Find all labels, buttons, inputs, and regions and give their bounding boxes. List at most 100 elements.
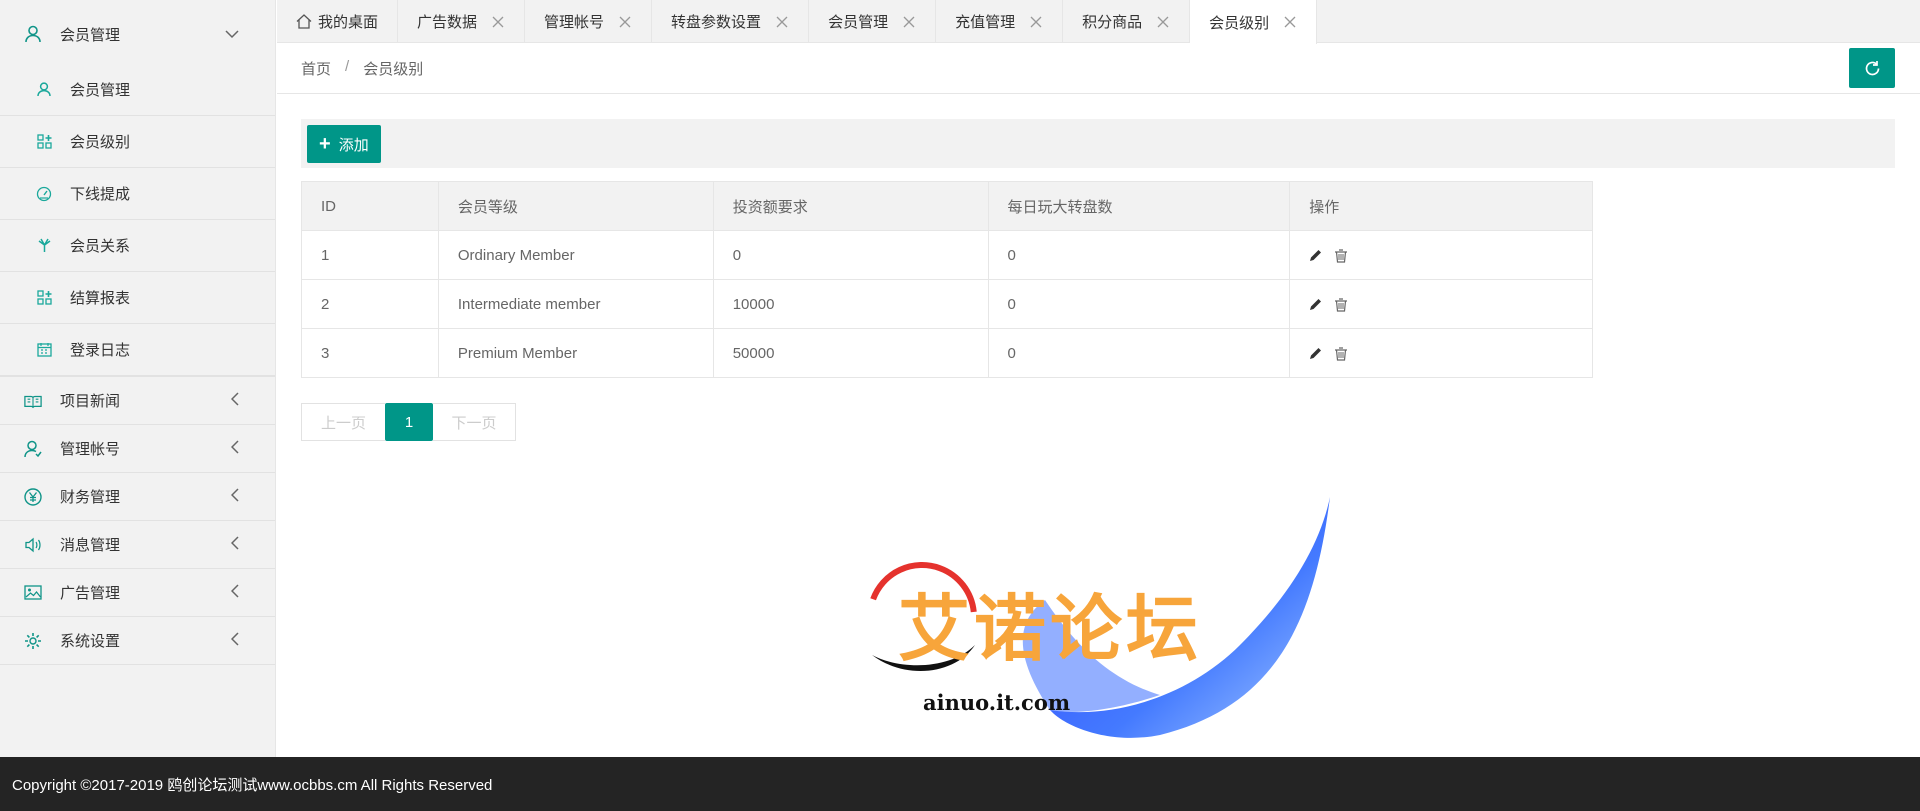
sidebar-item-label: 下线提成 — [70, 186, 131, 203]
cell-id: 3 — [301, 328, 439, 378]
trash-icon[interactable] — [1334, 297, 1348, 312]
copyright-text: Copyright ©2017-2019 鸥创论坛测试www.ocbbs.cm … — [12, 776, 493, 794]
tab-label: 会员级别 — [1209, 14, 1270, 32]
chevron-left-icon — [230, 392, 239, 409]
breadcrumb-bar: 首页 / 会员级别 — [277, 44, 1920, 94]
speaker-icon — [24, 536, 42, 554]
edit-icon[interactable] — [1309, 249, 1322, 262]
toolbar: + 添加 — [301, 119, 1895, 168]
sidebar-group-label: 系统设置 — [60, 633, 121, 650]
admin-user-icon — [24, 440, 42, 458]
cell-daily-spins: 0 — [987, 279, 1291, 329]
breadcrumb-home[interactable]: 首页 — [301, 58, 331, 79]
watermark-logo: 艾诺论坛 ainuo.it.com — [860, 495, 1340, 755]
page-number-current[interactable]: 1 — [385, 403, 433, 441]
prev-page-button[interactable]: 上一页 — [301, 403, 385, 441]
chevron-down-icon — [225, 26, 239, 42]
sidebar-item-label: 结算报表 — [70, 290, 131, 307]
tab-member-level[interactable]: 会员级别 — [1190, 0, 1318, 44]
cell-investment: 0 — [712, 230, 989, 280]
column-header-daily-spins: 每日玩大转盘数 — [987, 181, 1291, 231]
close-icon[interactable] — [775, 15, 789, 29]
close-icon[interactable] — [1156, 15, 1170, 29]
cell-actions — [1289, 279, 1593, 329]
cell-level: Ordinary Member — [437, 230, 714, 280]
tab-points-goods[interactable]: 积分商品 — [1063, 0, 1191, 43]
watermark-title: 艾诺论坛 — [898, 587, 1203, 671]
sidebar-group-label: 会员管理 — [60, 26, 121, 44]
cell-investment: 10000 — [712, 279, 989, 329]
tab-label: 充值管理 — [955, 14, 1016, 31]
sidebar-group-member[interactable]: 会员管理 — [0, 0, 275, 64]
close-icon[interactable] — [1029, 15, 1043, 29]
next-page-button[interactable]: 下一页 — [433, 403, 516, 441]
tab-bar: 我的桌面 广告数据 管理帐号 转盘参数设置 会员管理 充值管理 积分商品 会员级… — [277, 0, 1920, 44]
table-header-row: ID 会员等级 投资额要求 每日玩大转盘数 操作 — [301, 181, 1593, 231]
edit-icon[interactable] — [1309, 347, 1322, 360]
cell-actions — [1289, 328, 1593, 378]
tab-recharge[interactable]: 充值管理 — [936, 0, 1064, 43]
cell-level: Premium Member — [437, 328, 714, 378]
close-icon[interactable] — [1283, 15, 1297, 29]
network-icon — [36, 238, 52, 254]
home-icon — [296, 14, 312, 29]
book-icon — [24, 392, 42, 410]
edit-icon[interactable] — [1309, 298, 1322, 311]
refresh-button[interactable] — [1849, 48, 1895, 88]
trash-icon[interactable] — [1334, 346, 1348, 361]
trash-icon[interactable] — [1334, 248, 1348, 263]
cell-investment: 50000 — [712, 328, 989, 378]
chevron-left-icon — [230, 584, 239, 601]
breadcrumb: 首页 / 会员级别 — [301, 58, 423, 79]
tab-label: 管理帐号 — [544, 14, 605, 31]
tab-label: 我的桌面 — [318, 14, 379, 31]
sidebar-group-ads[interactable]: 广告管理 — [0, 569, 275, 617]
cell-daily-spins: 0 — [987, 230, 1291, 280]
breadcrumb-separator: / — [345, 58, 350, 75]
sidebar-item-member-relation[interactable]: 会员关系 — [0, 220, 275, 272]
sidebar-group-admin-accounts[interactable]: 管理帐号 — [0, 425, 275, 473]
sidebar-item-member-manage[interactable]: 会员管理 — [0, 64, 275, 116]
sidebar-item-settlement-report[interactable]: 结算报表 — [0, 272, 275, 324]
tab-member-manage[interactable]: 会员管理 — [809, 0, 937, 43]
sidebar-group-label: 财务管理 — [60, 489, 121, 506]
yen-icon — [24, 487, 42, 506]
column-header-investment: 投资额要求 — [712, 181, 989, 231]
sidebar-item-login-log[interactable]: 登录日志 — [0, 324, 275, 376]
cell-level: Intermediate member — [437, 279, 714, 329]
close-icon[interactable] — [491, 15, 505, 29]
tab-desktop[interactable]: 我的桌面 — [277, 0, 399, 43]
user-icon — [36, 82, 52, 98]
sidebar: 会员管理 会员管理 会员级别 下线提成 会员关系 结算报表 登录日志 项目新闻 … — [0, 0, 276, 757]
add-button[interactable]: + 添加 — [307, 125, 381, 163]
calendar-icon — [36, 342, 52, 358]
cell-daily-spins: 0 — [987, 328, 1291, 378]
sidebar-group-finance[interactable]: 财务管理 — [0, 473, 275, 521]
tab-ad-data[interactable]: 广告数据 — [398, 0, 526, 43]
column-header-actions: 操作 — [1289, 181, 1593, 231]
column-header-level: 会员等级 — [437, 181, 714, 231]
cell-actions — [1289, 230, 1593, 280]
tab-wheel-settings[interactable]: 转盘参数设置 — [652, 0, 810, 43]
sidebar-group-label: 消息管理 — [60, 537, 121, 554]
close-icon[interactable] — [902, 15, 916, 29]
add-button-label: 添加 — [338, 136, 369, 154]
tab-label: 转盘参数设置 — [671, 14, 762, 31]
sidebar-item-downline-commission[interactable]: 下线提成 — [0, 168, 275, 220]
sidebar-group-project-news[interactable]: 项目新闻 — [0, 377, 275, 425]
sidebar-group-system-settings[interactable]: 系统设置 — [0, 617, 275, 665]
table-row: 2 Intermediate member 10000 0 — [301, 279, 1593, 329]
gear-icon — [24, 632, 42, 650]
plus-icon: + — [319, 133, 331, 155]
sidebar-item-member-level[interactable]: 会员级别 — [0, 116, 275, 168]
tab-label: 会员管理 — [828, 14, 889, 31]
watermark-url: ainuo.it.com — [923, 690, 1071, 715]
sidebar-group-messages[interactable]: 消息管理 — [0, 521, 275, 569]
grid-plus-icon — [36, 290, 52, 306]
sidebar-item-label: 会员管理 — [70, 82, 131, 99]
pagination: 上一页 1 下一页 — [301, 403, 516, 441]
close-icon[interactable] — [618, 15, 632, 29]
breadcrumb-current: 会员级别 — [363, 61, 424, 78]
column-header-id: ID — [301, 181, 439, 231]
tab-admin-accounts[interactable]: 管理帐号 — [525, 0, 653, 43]
